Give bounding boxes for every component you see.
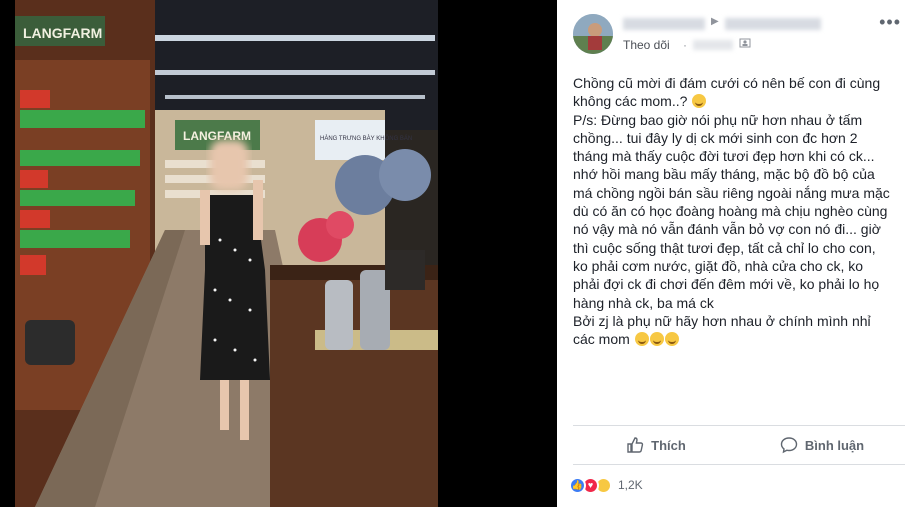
store-sign-left: LANGFARM [23,25,102,41]
comment-icon [780,437,798,454]
action-bar: Thích Bình luận [573,426,905,464]
share-arrow-icon: ▶ [711,16,719,27]
reaction-count: 1,2K [618,478,643,492]
more-options-icon[interactable]: ••• [879,13,901,31]
photo-pane: LANGFARM LANGFARM HÀNG TRƯNG BÀY KHÔNG B… [0,0,557,507]
post-photo[interactable]: LANGFARM LANGFARM HÀNG TRƯNG BÀY KHÔNG B… [15,0,438,507]
audience-icon[interactable] [739,37,751,49]
timestamp-redacted[interactable] [693,40,733,50]
reactions-summary[interactable]: 👍 ♥ 1,2K [569,476,643,494]
author-name-redacted[interactable] [623,18,705,30]
store-scene-illustration: LANGFARM LANGFARM HÀNG TRƯNG BÀY KHÔNG B… [15,0,438,507]
post-body: Chồng cũ mời đi đám cưới có nên bế con đ… [573,74,893,348]
thumbs-up-icon [627,437,644,453]
group-name-redacted[interactable] [725,18,821,30]
post-header: ▶ Theo dõi · ••• [573,13,905,54]
store-sign-back: LANGFARM [183,129,251,143]
smile-emoji-icon [634,332,649,347]
divider [573,464,905,465]
post-paragraph: Chồng cũ mời đi đám cưới có nên bế con đ… [573,75,881,110]
smile-emoji-icon [664,332,679,347]
separator-dot: · [683,38,687,52]
store-banner: HÀNG TRƯNG BÀY KHÔNG BÁN [320,135,412,142]
avatar-image [573,14,613,54]
photo-viewer: LANGFARM LANGFARM HÀNG TRƯNG BÀY KHÔNG B… [0,0,917,507]
post-paragraph: P/s: Đừng bao giờ nói phụ nữ hơn nhau ở … [573,111,890,311]
post-sidebar: ▶ Theo dõi · ••• Chồng cũ mời đi đám cướ… [557,0,917,507]
post-paragraph: Bởi zj là phụ nữ hãy hơn nhau ở chính mì… [573,312,871,348]
comment-label: Bình luận [804,437,865,453]
like-reaction-icon: 👍 [569,476,586,494]
follow-link[interactable]: Theo dõi [623,38,670,52]
like-button[interactable]: Thích [573,426,739,464]
smile-emoji-icon [649,332,664,347]
avatar[interactable] [573,14,613,54]
laughing-emoji-icon [692,94,707,109]
like-label: Thích [651,437,686,453]
comment-button[interactable]: Bình luận [739,426,905,464]
